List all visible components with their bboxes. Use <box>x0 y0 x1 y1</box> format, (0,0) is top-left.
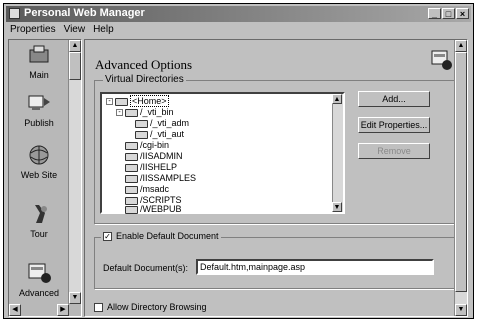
app-window: Personal Web Manager _ □ × Properties Vie… <box>3 3 474 319</box>
tree-node-label: /_vti_adm <box>150 118 190 128</box>
checkbox-box <box>94 303 103 313</box>
tree-node-label: /msadc <box>140 184 170 194</box>
folder-icon <box>125 185 138 194</box>
menu-view[interactable]: View <box>60 23 90 36</box>
tree-node-label: /IISHELP <box>140 162 178 172</box>
sidebar-item-publish[interactable]: Publish <box>9 92 69 128</box>
directory-tree[interactable]: - <Home> -/_vti_bin /_vti_adm /_vti_aut /… <box>100 92 345 214</box>
sidebar-item-label: Main <box>29 70 49 80</box>
tree-node-label: /_vti_bin <box>140 107 174 117</box>
app-icon[interactable] <box>9 8 20 19</box>
sidebar-item-advanced[interactable]: Advanced <box>9 262 69 298</box>
scroll-up-button[interactable]: ▲ <box>455 40 467 52</box>
sidebar-item-label: Publish <box>24 118 54 128</box>
tree-node-label: /_vti_aut <box>150 129 185 139</box>
tree-node-msadc[interactable]: /msadc <box>125 184 169 195</box>
tree-node-label: /cgi-bin <box>140 140 170 150</box>
enable-default-document-checkbox[interactable]: ✓ Enable Default Document <box>101 231 221 242</box>
tree-node-label: <Home> <box>130 95 169 107</box>
title-bar[interactable]: Personal Web Manager _ □ × <box>6 6 471 22</box>
tree-node-webpub[interactable]: /WEBPUB <box>125 204 182 215</box>
menu-help[interactable]: Help <box>89 23 118 36</box>
scroll-down-button[interactable]: ▼ <box>69 292 81 304</box>
main-icon <box>26 44 52 66</box>
sidebar-item-tour[interactable]: Tour <box>9 203 69 239</box>
tree-node-vti-aut[interactable]: /_vti_aut <box>135 129 184 140</box>
folder-icon <box>125 163 138 172</box>
checkmark-icon: ✓ <box>103 232 112 242</box>
default-document-input[interactable]: Default.htm,mainpage.asp <box>196 259 434 275</box>
sidebar-scrollbar[interactable]: ▲ ▼ <box>68 40 81 304</box>
tree-node-label: /IISSAMPLES <box>140 173 197 183</box>
scroll-thumb[interactable] <box>69 52 81 80</box>
menu-bar: Properties View Help <box>6 23 471 37</box>
remove-button[interactable]: Remove <box>358 143 430 159</box>
collapse-icon[interactable]: - <box>106 98 113 106</box>
tree-node-label: /WEBPUB <box>140 204 182 214</box>
edit-properties-button[interactable]: Edit Properties... <box>358 117 430 133</box>
advanced-icon <box>431 50 453 72</box>
checkbox-label: Enable Default Document <box>116 231 219 241</box>
folder-icon <box>135 119 148 128</box>
allow-directory-browsing-checkbox[interactable]: Allow Directory Browsing <box>94 302 207 313</box>
sidebar-item-main[interactable]: Main <box>9 44 69 80</box>
folder-icon <box>115 97 128 106</box>
folder-icon <box>125 108 138 117</box>
scroll-left-button[interactable]: ◀ <box>9 304 21 316</box>
tree-node-vti-adm[interactable]: /_vti_adm <box>135 118 189 129</box>
tree-scroll-down-button[interactable]: ▼ <box>332 202 342 212</box>
tour-icon <box>26 203 52 225</box>
folder-icon <box>135 130 148 139</box>
close-button[interactable]: × <box>456 8 469 19</box>
folder-icon <box>125 174 138 183</box>
folder-icon <box>125 205 138 214</box>
scroll-right-button[interactable]: ▶ <box>57 304 69 316</box>
default-document-label: Default Document(s): <box>103 263 189 273</box>
tree-node-label: /IISADMIN <box>140 151 183 161</box>
tree-node-home[interactable]: - <Home> <box>106 95 169 107</box>
sidebar: Main Publish Web Site Tour Advanced ▲ ▼ … <box>8 39 82 317</box>
sidebar-item-label: Tour <box>30 229 48 239</box>
tree-node-iisadmin[interactable]: /IISADMIN <box>125 151 183 162</box>
maximize-button[interactable]: □ <box>442 8 455 19</box>
group-label: Virtual Directories <box>103 74 186 85</box>
tree-scrollbar[interactable]: ▲ ▼ <box>332 94 343 212</box>
collapse-icon[interactable]: - <box>116 109 123 117</box>
scroll-down-button[interactable]: ▼ <box>455 304 467 316</box>
checkbox-label: Allow Directory Browsing <box>107 302 207 312</box>
advanced-icon <box>26 262 52 284</box>
publish-icon <box>26 92 52 114</box>
scroll-up-button[interactable]: ▲ <box>69 40 81 52</box>
tree-node-iissamples[interactable]: /IISSAMPLES <box>125 173 196 184</box>
sidebar-item-label: Web Site <box>20 170 58 180</box>
minimize-button[interactable]: _ <box>428 8 441 19</box>
sidebar-item-label: Advanced <box>18 288 60 298</box>
panel-scrollbar[interactable]: ▲ ▼ <box>454 40 467 316</box>
tree-node-cgi-bin[interactable]: /cgi-bin <box>125 140 169 151</box>
sidebar-item-website[interactable]: Web Site <box>9 144 69 180</box>
folder-icon <box>125 141 138 150</box>
globe-icon <box>26 144 52 166</box>
scroll-thumb[interactable] <box>455 52 467 292</box>
folder-icon <box>125 152 138 161</box>
add-button[interactable]: Add... <box>358 91 430 107</box>
menu-properties[interactable]: Properties <box>6 23 60 36</box>
window-title: Personal Web Manager <box>24 7 145 19</box>
advanced-options-panel: Advanced Options Virtual Directories - <H… <box>84 39 468 317</box>
tree-node-iishelp[interactable]: /IISHELP <box>125 162 177 173</box>
tree-node-vti-bin[interactable]: - /_vti_bin <box>116 107 174 118</box>
page-title: Advanced Options <box>95 57 193 72</box>
tree-scroll-up-button[interactable]: ▲ <box>332 94 342 104</box>
